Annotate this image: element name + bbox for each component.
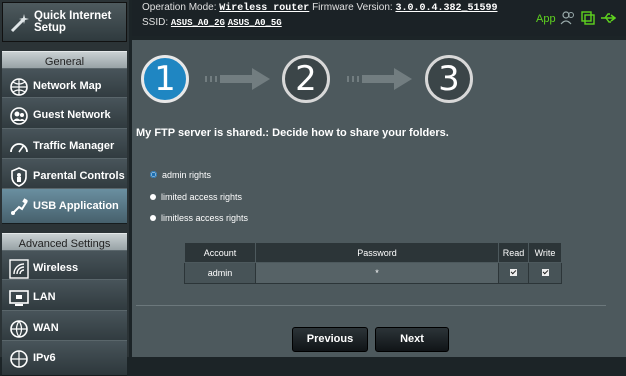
sidebar: Quick Internet Setup General Network Map… (0, 0, 129, 376)
guest-network-icon (10, 107, 28, 125)
ssid-5g-link[interactable]: ASUS_A0_5G (228, 18, 282, 28)
quick-internet-setup-button[interactable]: Quick Internet Setup (2, 2, 127, 42)
firmware-version-link[interactable]: 3.0.0.4.382_51599 (395, 3, 497, 14)
sidebar-item-ipv6[interactable]: IPv6 (2, 340, 127, 376)
account-cell: admin (184, 262, 256, 284)
option-label: admin rights (162, 170, 212, 180)
wizard-step-1: 1 (141, 55, 189, 103)
sidebar-item-label: Network Map (33, 80, 102, 92)
firmware-label: Firmware Version: (312, 2, 393, 13)
step-arrow-icon (205, 68, 270, 90)
option-label: limited access rights (161, 192, 243, 202)
ipv6-icon (10, 350, 28, 368)
write-checkbox[interactable] (541, 269, 549, 276)
radio-button[interactable] (150, 193, 156, 200)
radio-button-checked[interactable] (150, 171, 157, 179)
users-icon[interactable] (560, 10, 576, 26)
sidebar-item-usb-application[interactable]: USB Application (2, 188, 127, 224)
usb-application-icon (11, 198, 28, 215)
operation-mode-link[interactable]: Wireless router (219, 3, 309, 14)
app-link[interactable]: App (536, 13, 556, 25)
column-header-account: Account (184, 242, 256, 263)
column-header-read: Read (498, 242, 529, 263)
lan-icon (9, 290, 29, 306)
ssid-line: SSID: ASUS_A0_2G ASUS_A0_5G (142, 17, 282, 28)
usb-status-icon[interactable] (600, 10, 616, 26)
table-row: admin * (184, 262, 562, 284)
option-label: limitless access rights (161, 213, 249, 223)
previous-button[interactable]: Previous (292, 327, 368, 352)
quick-internet-setup-label: Quick Internet Setup (34, 10, 112, 34)
radio-button[interactable] (150, 214, 156, 221)
sidebar-item-label: WAN (33, 322, 59, 334)
magic-wand-icon (10, 14, 29, 33)
sidebar-item-label: IPv6 (33, 352, 56, 364)
quick-internet-setup-label-line2: Setup (34, 22, 66, 34)
sidebar-item-label: Traffic Manager (33, 140, 115, 152)
status-bar: Operation Mode: Wireless router Firmware… (132, 0, 626, 36)
column-header-password: Password (255, 242, 499, 263)
password-cell: * (255, 262, 499, 284)
parental-controls-icon (11, 167, 27, 187)
account-table: Account Password Read Write admin * (184, 242, 562, 284)
operation-mode-line: Operation Mode: Wireless router Firmware… (142, 2, 497, 14)
wan-icon (10, 320, 28, 338)
read-cell (498, 262, 529, 284)
column-header-write: Write (528, 242, 562, 263)
write-cell (528, 262, 562, 284)
option-admin-rights[interactable]: admin rights (150, 170, 211, 180)
main-panel: 1 2 3 My FTP server is shared.: Decide h… (132, 40, 626, 357)
sidebar-item-label: Guest Network (33, 109, 111, 121)
wizard-heading: My FTP server is shared.: Decide how to … (136, 127, 449, 139)
copy-icon[interactable] (580, 10, 596, 26)
option-limited-access-rights[interactable]: limited access rights (150, 192, 242, 202)
ssid-2g-link[interactable]: ASUS_A0_2G (171, 18, 225, 28)
sidebar-item-label: USB Application (33, 200, 119, 212)
read-checkbox[interactable] (510, 269, 517, 276)
sidebar-item-label: Parental Controls (33, 170, 125, 182)
option-limitless-access-rights[interactable]: limitless access rights (150, 213, 248, 223)
ssid-label: SSID: (142, 17, 169, 28)
sidebar-item-label: LAN (33, 291, 56, 303)
wizard-step-3: 3 (425, 55, 473, 103)
step-arrow-icon (347, 68, 412, 90)
wizard-step-2: 2 (282, 55, 330, 103)
table-header-row: Account Password Read Write (184, 242, 562, 263)
next-button[interactable]: Next (375, 327, 449, 352)
divider (136, 305, 606, 306)
network-map-icon (10, 78, 28, 96)
wireless-icon (9, 259, 29, 279)
traffic-manager-icon (10, 143, 28, 153)
operation-mode-label: Operation Mode: (142, 2, 217, 13)
sidebar-item-label: Wireless (33, 262, 79, 274)
